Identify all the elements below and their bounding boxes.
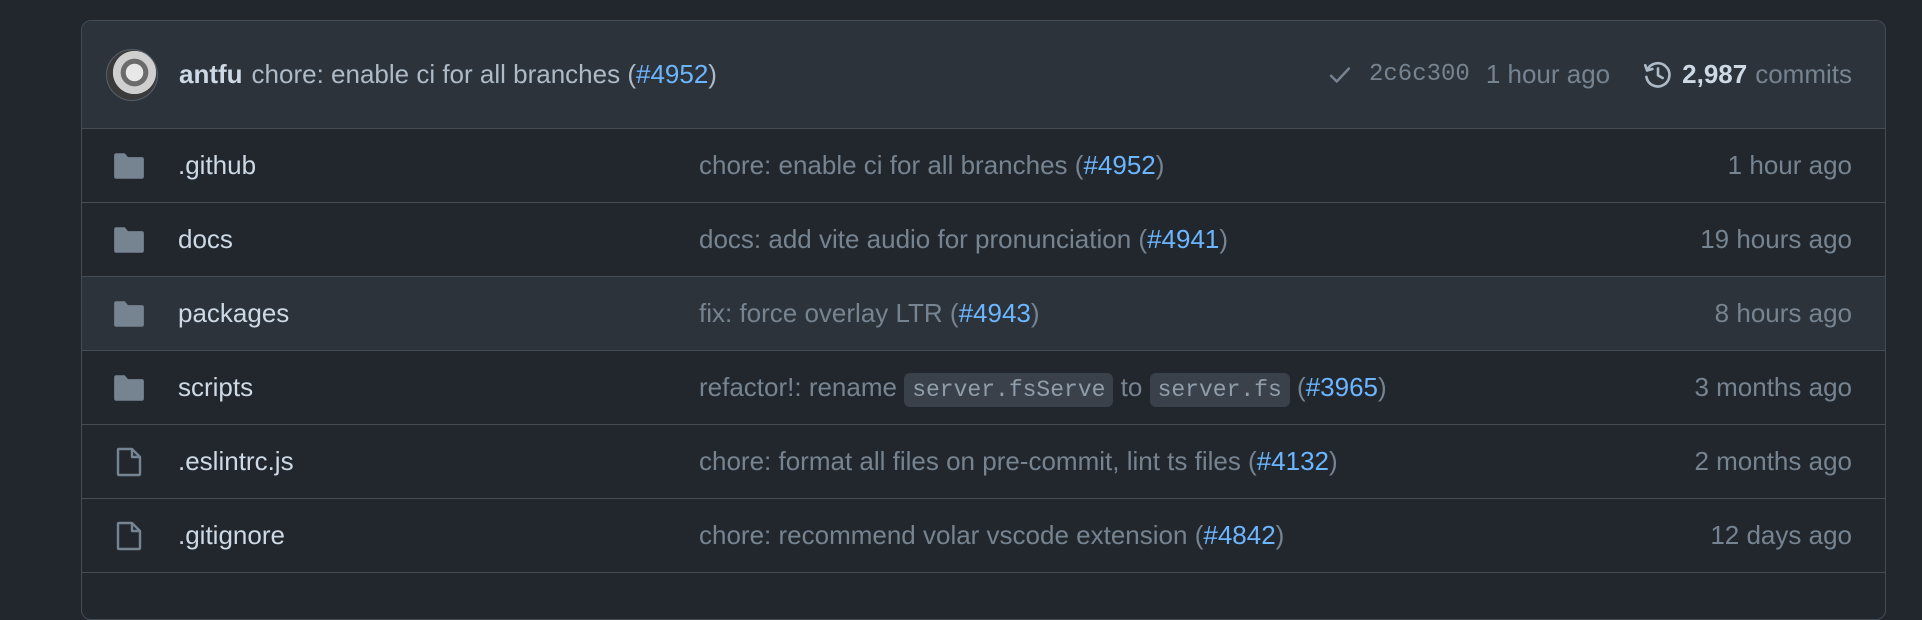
folder-icon xyxy=(112,371,146,405)
repo-file-browser: antfu chore: enable ci for all branches … xyxy=(81,20,1886,620)
commit-message[interactable]: chore: enable ci for all branches (#4952… xyxy=(252,59,717,90)
pr-link[interactable]: #4943 xyxy=(959,298,1031,328)
file-row-scripts[interactable]: scripts refactor!: rename server.fsServe… xyxy=(82,351,1885,425)
folder-icon xyxy=(112,149,146,183)
inline-code: server.fsServe xyxy=(904,373,1114,407)
folder-icon xyxy=(112,223,146,257)
file-name[interactable]: .eslintrc.js xyxy=(178,446,699,477)
history-icon[interactable] xyxy=(1642,59,1674,91)
file-commit-message[interactable]: docs: add vite audio for pronunciation (… xyxy=(699,224,1700,255)
file-time: 1 hour ago xyxy=(1727,150,1852,180)
file-row-packages[interactable]: packages fix: force overlay LTR (#4943) … xyxy=(82,277,1885,351)
file-commit-message[interactable]: chore: enable ci for all branches (#4952… xyxy=(699,150,1728,181)
file-name[interactable]: packages xyxy=(178,298,699,329)
commit-label[interactable]: commits xyxy=(1755,59,1852,90)
file-time: 3 months ago xyxy=(1694,372,1852,402)
file-time: 2 months ago xyxy=(1694,446,1852,476)
pr-link[interactable]: #4941 xyxy=(1147,224,1219,254)
file-commit-message[interactable]: refactor!: rename server.fsServe to serv… xyxy=(699,372,1694,407)
commit-time[interactable]: 1 hour ago xyxy=(1486,59,1610,90)
commit-pr-link[interactable]: #4952 xyxy=(636,59,708,89)
file-name[interactable]: docs xyxy=(178,224,699,255)
pr-link[interactable]: #4952 xyxy=(1083,150,1155,180)
file-icon xyxy=(112,445,146,479)
file-name[interactable]: scripts xyxy=(178,372,699,403)
inline-code: server.fs xyxy=(1149,373,1290,407)
file-time: 19 hours ago xyxy=(1700,224,1852,254)
commit-count[interactable]: 2,987 xyxy=(1682,59,1747,90)
file-commit-message[interactable]: chore: recommend volar vscode extension … xyxy=(699,520,1710,551)
pr-link[interactable]: #4132 xyxy=(1257,446,1329,476)
file-row-gitignore[interactable]: .gitignore chore: recommend volar vscode… xyxy=(82,499,1885,573)
commit-author[interactable]: antfu xyxy=(179,59,243,90)
file-row-docs[interactable]: docs docs: add vite audio for pronunciat… xyxy=(82,203,1885,277)
file-icon xyxy=(112,519,146,553)
file-time: 12 days ago xyxy=(1710,520,1852,550)
file-time: 8 hours ago xyxy=(1714,298,1852,328)
file-commit-message[interactable]: chore: format all files on pre-commit, l… xyxy=(699,446,1694,477)
check-icon[interactable] xyxy=(1325,60,1355,90)
commit-sha[interactable]: 2c6c300 xyxy=(1369,61,1470,88)
latest-commit-bar: antfu chore: enable ci for all branches … xyxy=(82,21,1885,129)
pr-link[interactable]: #4842 xyxy=(1203,520,1275,550)
folder-icon xyxy=(112,297,146,331)
file-row-github[interactable]: .github chore: enable ci for all branche… xyxy=(82,129,1885,203)
file-name[interactable]: .github xyxy=(178,150,699,181)
file-commit-message[interactable]: fix: force overlay LTR (#4943) xyxy=(699,298,1715,329)
pr-link[interactable]: #3965 xyxy=(1306,372,1378,402)
avatar[interactable] xyxy=(106,48,158,101)
file-row-eslintrc[interactable]: .eslintrc.js chore: format all files on … xyxy=(82,425,1885,499)
file-name[interactable]: .gitignore xyxy=(178,520,699,551)
